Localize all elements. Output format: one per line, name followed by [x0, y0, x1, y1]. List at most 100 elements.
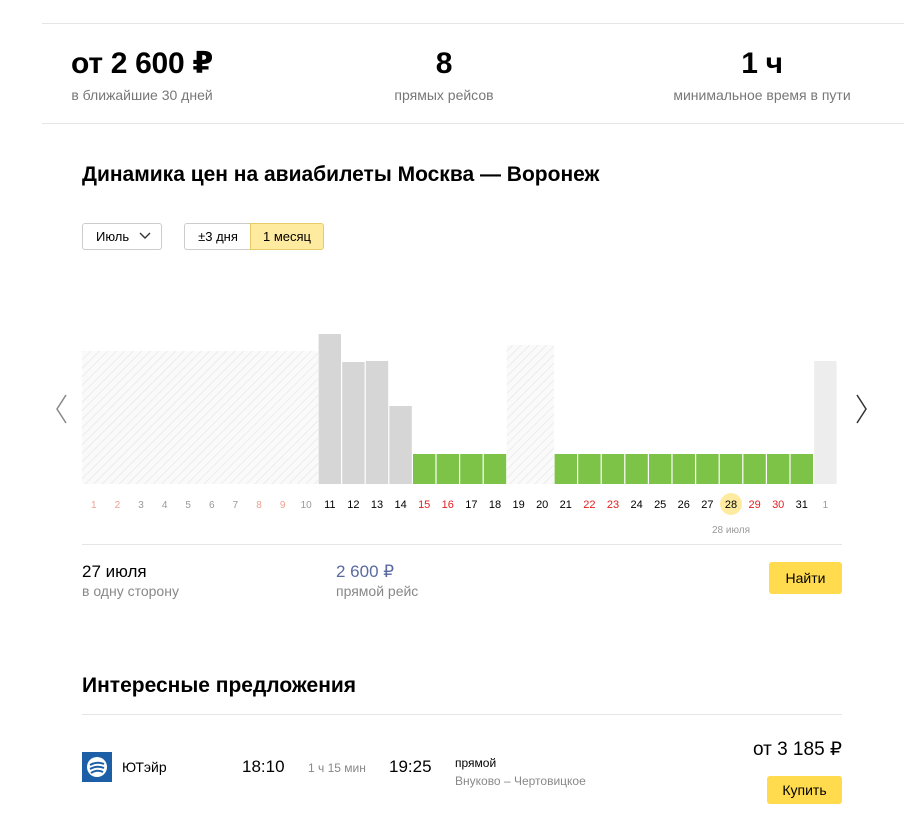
- chart-bar-past-9: [270, 351, 295, 484]
- month-select[interactable]: Июль: [82, 223, 162, 250]
- selected-day-label: 28 июля: [712, 525, 750, 536]
- stat-value: от 2 600 ₽: [71, 47, 213, 80]
- chart-bar-22[interactable]: [578, 454, 601, 484]
- chart-bar-31[interactable]: [790, 454, 813, 484]
- chart-bar-30[interactable]: [767, 454, 790, 484]
- buy-button[interactable]: Купить: [767, 776, 842, 804]
- chart-day-label-30[interactable]: 30: [772, 499, 784, 511]
- chart-day-label-13[interactable]: 13: [371, 499, 383, 511]
- chart-bar-past-5: [176, 351, 200, 484]
- chart-bar-26[interactable]: [672, 454, 695, 484]
- section-title-dynamics: Динамика цен на авиабилеты Москва — Воро…: [82, 163, 600, 186]
- chart-day-label-2[interactable]: 2: [115, 500, 121, 511]
- selected-price-value: 2 600 ₽: [336, 562, 395, 581]
- selected-date-value: 27 июля: [82, 562, 147, 581]
- chart-bar-13[interactable]: [365, 361, 389, 484]
- chart-bar-past-3: [129, 351, 153, 484]
- chart-day-label-15[interactable]: 15: [418, 499, 430, 511]
- chart-bar-past-2: [105, 351, 130, 484]
- chart-day-label-9[interactable]: 9: [280, 500, 286, 511]
- find-button[interactable]: Найти: [769, 562, 842, 594]
- chart-bar-past-1: [82, 351, 106, 484]
- stat-label: минимальное время в пути: [673, 87, 851, 103]
- chart-day-label-1[interactable]: 1: [823, 500, 829, 511]
- chart-bar-past-7: [223, 351, 248, 484]
- chart-day-label-10[interactable]: 10: [301, 500, 313, 511]
- chart-day-label-26[interactable]: 26: [678, 499, 690, 511]
- chart-bar-past-10: [294, 351, 318, 484]
- chart-day-label-14[interactable]: 14: [394, 499, 406, 511]
- stats-divider: [42, 123, 904, 124]
- chart-day-label-8[interactable]: 8: [256, 500, 262, 511]
- chart-bar-past-8: [247, 351, 271, 484]
- chart-divider: [82, 544, 842, 545]
- chart-day-label-21[interactable]: 21: [560, 499, 572, 511]
- chart-day-label-12[interactable]: 12: [347, 499, 359, 511]
- offers-divider: [82, 714, 842, 715]
- stat-min-time: 1 ч минимальное время в пути: [652, 46, 872, 104]
- chart-bar-past-4: [152, 351, 177, 484]
- chart-bar-11[interactable]: [318, 334, 341, 484]
- chart-day-label-16[interactable]: 16: [442, 499, 454, 511]
- chart-bar-14[interactable]: [389, 406, 412, 484]
- offer-price: от 3 185 ₽: [752, 739, 842, 760]
- chart-day-label-31[interactable]: 31: [796, 499, 808, 511]
- chart-day-label-22[interactable]: 22: [583, 499, 595, 511]
- chart-bar-15[interactable]: [413, 454, 436, 484]
- chart-bar-27[interactable]: [696, 454, 719, 484]
- chart-day-label-6[interactable]: 6: [209, 500, 215, 511]
- chart-day-label-27[interactable]: 27: [701, 499, 713, 511]
- chart-bar-23[interactable]: [601, 454, 625, 484]
- stat-value: 8: [435, 47, 453, 80]
- chart-day-label-29[interactable]: 29: [748, 499, 760, 511]
- stat-value: 1 ч: [741, 47, 783, 80]
- chart-bar-past-6: [200, 351, 224, 484]
- chart-day-label-7[interactable]: 7: [233, 500, 239, 511]
- chart-bar-29[interactable]: [743, 454, 766, 484]
- chart-day-label-25[interactable]: 25: [654, 499, 666, 511]
- chart-bar-28[interactable]: [719, 454, 743, 484]
- range-option-3days[interactable]: ±3 дня: [184, 223, 251, 250]
- chart-day-label-20[interactable]: 20: [536, 499, 548, 511]
- chart-bar-17[interactable]: [460, 454, 483, 484]
- flight-type: прямой рейс: [336, 583, 419, 599]
- stat-label: прямых рейсов: [394, 87, 494, 103]
- chart-day-label-5[interactable]: 5: [185, 500, 191, 511]
- range-option-month[interactable]: 1 месяц: [250, 223, 324, 250]
- chevron-right-icon[interactable]: [853, 393, 869, 425]
- stat-label: в ближайшие 30 дней: [71, 87, 213, 103]
- chart-day-label-4[interactable]: 4: [162, 500, 168, 511]
- chart-day-label-3[interactable]: 3: [138, 500, 144, 511]
- chart-bar-12[interactable]: [342, 362, 365, 484]
- selected-date: 27 июля в одну сторону: [82, 562, 179, 600]
- chart-day-label-28[interactable]: 28: [725, 499, 737, 511]
- section-title-offers: Интересные предложения: [82, 674, 357, 697]
- chart-day-label-23[interactable]: 23: [607, 499, 619, 511]
- flight-duration: 1 ч 15 мин: [308, 761, 366, 775]
- departure-time: 18:10: [242, 757, 285, 776]
- selected-price: 2 600 ₽ прямой рейс: [336, 562, 418, 600]
- offer-route: Внуково – Чертовицкое: [455, 774, 586, 788]
- chart-bar-1[interactable]: [814, 361, 837, 484]
- arrival-time: 19:25: [389, 757, 432, 776]
- chart-day-label-19[interactable]: 19: [512, 499, 524, 511]
- chevron-left-icon[interactable]: [54, 393, 70, 425]
- trip-direction: в одну сторону: [82, 583, 179, 599]
- chart-bar-21[interactable]: [554, 454, 577, 484]
- airline-name: ЮТэйр: [122, 759, 167, 775]
- chart-bar-24[interactable]: [625, 454, 648, 484]
- chart-day-label-18[interactable]: 18: [489, 499, 501, 511]
- chart-bar-empty-20: [530, 345, 554, 484]
- stat-direct-flights: 8 прямых рейсов: [344, 46, 544, 104]
- utair-logo-icon: [82, 752, 112, 782]
- chart-day-label-1[interactable]: 1: [91, 500, 97, 511]
- offer-flight-type: прямой: [455, 756, 497, 770]
- chart-bar-18[interactable]: [483, 454, 507, 484]
- top-divider: [42, 23, 904, 24]
- chart-bar-16[interactable]: [436, 454, 459, 484]
- chart-bar-empty-19: [506, 345, 531, 484]
- chart-day-label-11[interactable]: 11: [324, 499, 335, 511]
- chart-day-label-17[interactable]: 17: [465, 499, 477, 511]
- chart-day-label-24[interactable]: 24: [630, 499, 642, 511]
- chart-bar-25[interactable]: [649, 454, 672, 484]
